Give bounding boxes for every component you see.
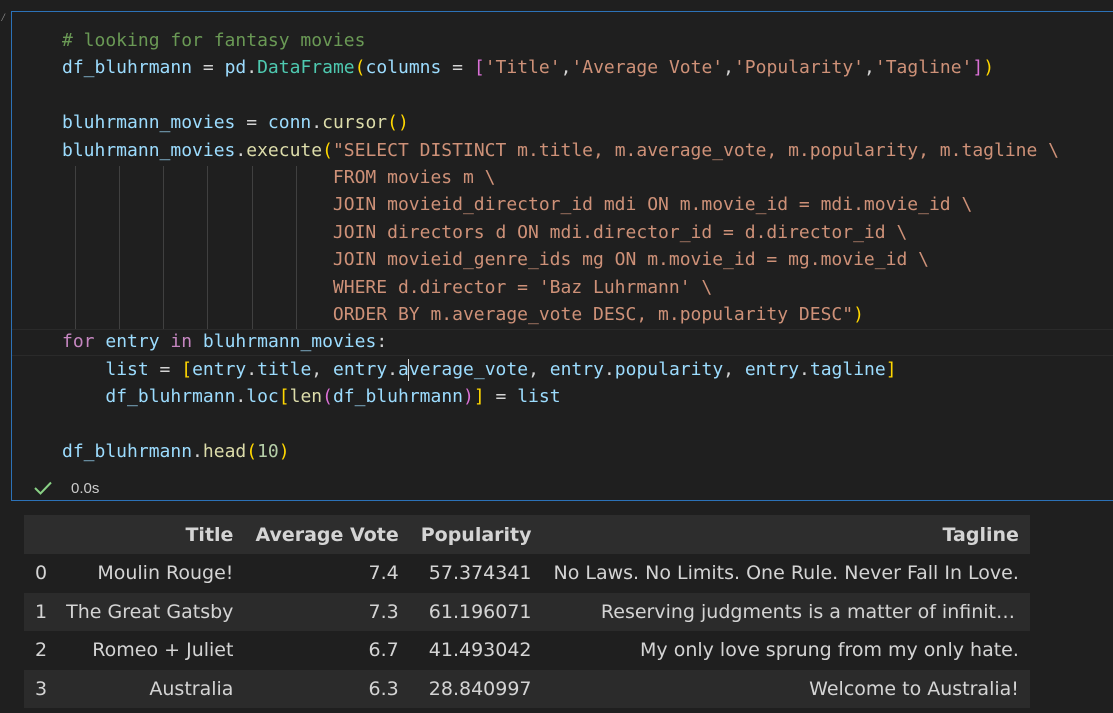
cell-title: Moulin Rouge! bbox=[97, 562, 234, 585]
code-line: bluhrmann_movies.execute("SELECT DISTINC… bbox=[62, 139, 1060, 161]
cell-popularity: 61.196071 bbox=[409, 592, 543, 631]
cell-average-vote: 7.4 bbox=[368, 562, 399, 585]
cell-title: The Great Gatsby bbox=[55, 592, 245, 631]
cell-average-vote: 7.3 bbox=[244, 592, 410, 631]
code-text[interactable]: # looking for fantasy movies df_bluhrmann… bbox=[62, 27, 1059, 465]
code-line: ORDER BY m.average_vote DESC, m.populari… bbox=[62, 303, 864, 325]
code-line: # looking for fantasy movies bbox=[62, 30, 366, 51]
table-row: 2 Romeo + Juliet 6.7 41.493042 My only l… bbox=[24, 631, 1030, 670]
cell-collapse-marker: ⁄ bbox=[0, 11, 7, 24]
table-header-row: Title Average Vote Popularity Tagline bbox=[24, 515, 1030, 554]
code-line: df_bluhrmann.head(10) bbox=[62, 440, 290, 462]
column-header-index bbox=[24, 515, 56, 554]
cell-popularity: 57.374341 bbox=[428, 562, 532, 585]
code-line: bluhrmann_movies = conn.cursor() bbox=[62, 112, 409, 134]
code-line: FROM movies m \ bbox=[62, 166, 496, 188]
code-line: list = [entry.title, entry.average_vote,… bbox=[105, 358, 897, 380]
code-line: WHERE d.director = 'Baz Luhrmann' \ bbox=[62, 276, 713, 298]
column-header-title: Title bbox=[55, 515, 245, 554]
column-header-tagline: Tagline bbox=[542, 515, 1030, 554]
table-row: 1 The Great Gatsby 7.3 61.196071 Reservi… bbox=[24, 592, 1030, 631]
execution-time: 0.0s bbox=[71, 479, 100, 497]
code-line: JOIN movieid_director_id mdi ON m.movie_… bbox=[62, 194, 973, 216]
code-line: df_bluhrmann = pd.DataFrame(columns = ['… bbox=[62, 57, 995, 79]
code-line: df_bluhrmann.loc[len(df_bluhrmann)] = li… bbox=[105, 386, 561, 408]
table-row: 0 Moulin Rouge! 7.4 57.374341 No Laws. N… bbox=[24, 554, 1030, 593]
cell-popularity: 28.840997 bbox=[409, 669, 543, 708]
cell-tagline: Reserving judgments is a matter of infin… bbox=[542, 592, 1030, 631]
dataframe-output-table: Title Average Vote Popularity Tagline 0 … bbox=[24, 515, 1030, 708]
cell-average-vote: 6.7 bbox=[368, 639, 399, 662]
column-header-average-vote: Average Vote bbox=[244, 515, 410, 554]
cell-average-vote: 6.3 bbox=[244, 669, 410, 708]
column-header-popularity: Popularity bbox=[409, 515, 543, 554]
cell-tagline: No Laws. No Limits. One Rule. Never Fall… bbox=[553, 562, 1019, 585]
cell-status-bar: 0.0s bbox=[12, 476, 99, 500]
code-editor[interactable]: # looking for fantasy movies df_bluhrmann… bbox=[12, 27, 1113, 475]
code-line: for entry in bluhrmann_movies: bbox=[62, 331, 388, 353]
checkmark-icon bbox=[32, 477, 54, 499]
row-index: 3 bbox=[24, 669, 56, 708]
cell-tagline: My only love sprung from my only hate. bbox=[640, 639, 1019, 662]
code-line: JOIN movieid_genre_ids mg ON m.movie_id … bbox=[62, 249, 929, 271]
cell-tagline: Welcome to Australia! bbox=[542, 669, 1030, 708]
code-line: JOIN directors d ON mdi.director_id = d.… bbox=[62, 221, 908, 243]
table-row: 3 Australia 6.3 28.840997 Welcome to Aus… bbox=[24, 669, 1030, 708]
text-cursor bbox=[408, 359, 409, 381]
cell-title: Australia bbox=[55, 669, 245, 708]
cell-popularity: 41.493042 bbox=[428, 639, 532, 662]
cell-tagline-text: Reserving judgments is a matter of infin… bbox=[600, 600, 1019, 623]
cell-title: Romeo + Juliet bbox=[92, 639, 234, 662]
row-index: 2 bbox=[35, 639, 48, 662]
row-index: 1 bbox=[24, 592, 56, 631]
row-index: 0 bbox=[35, 562, 48, 585]
